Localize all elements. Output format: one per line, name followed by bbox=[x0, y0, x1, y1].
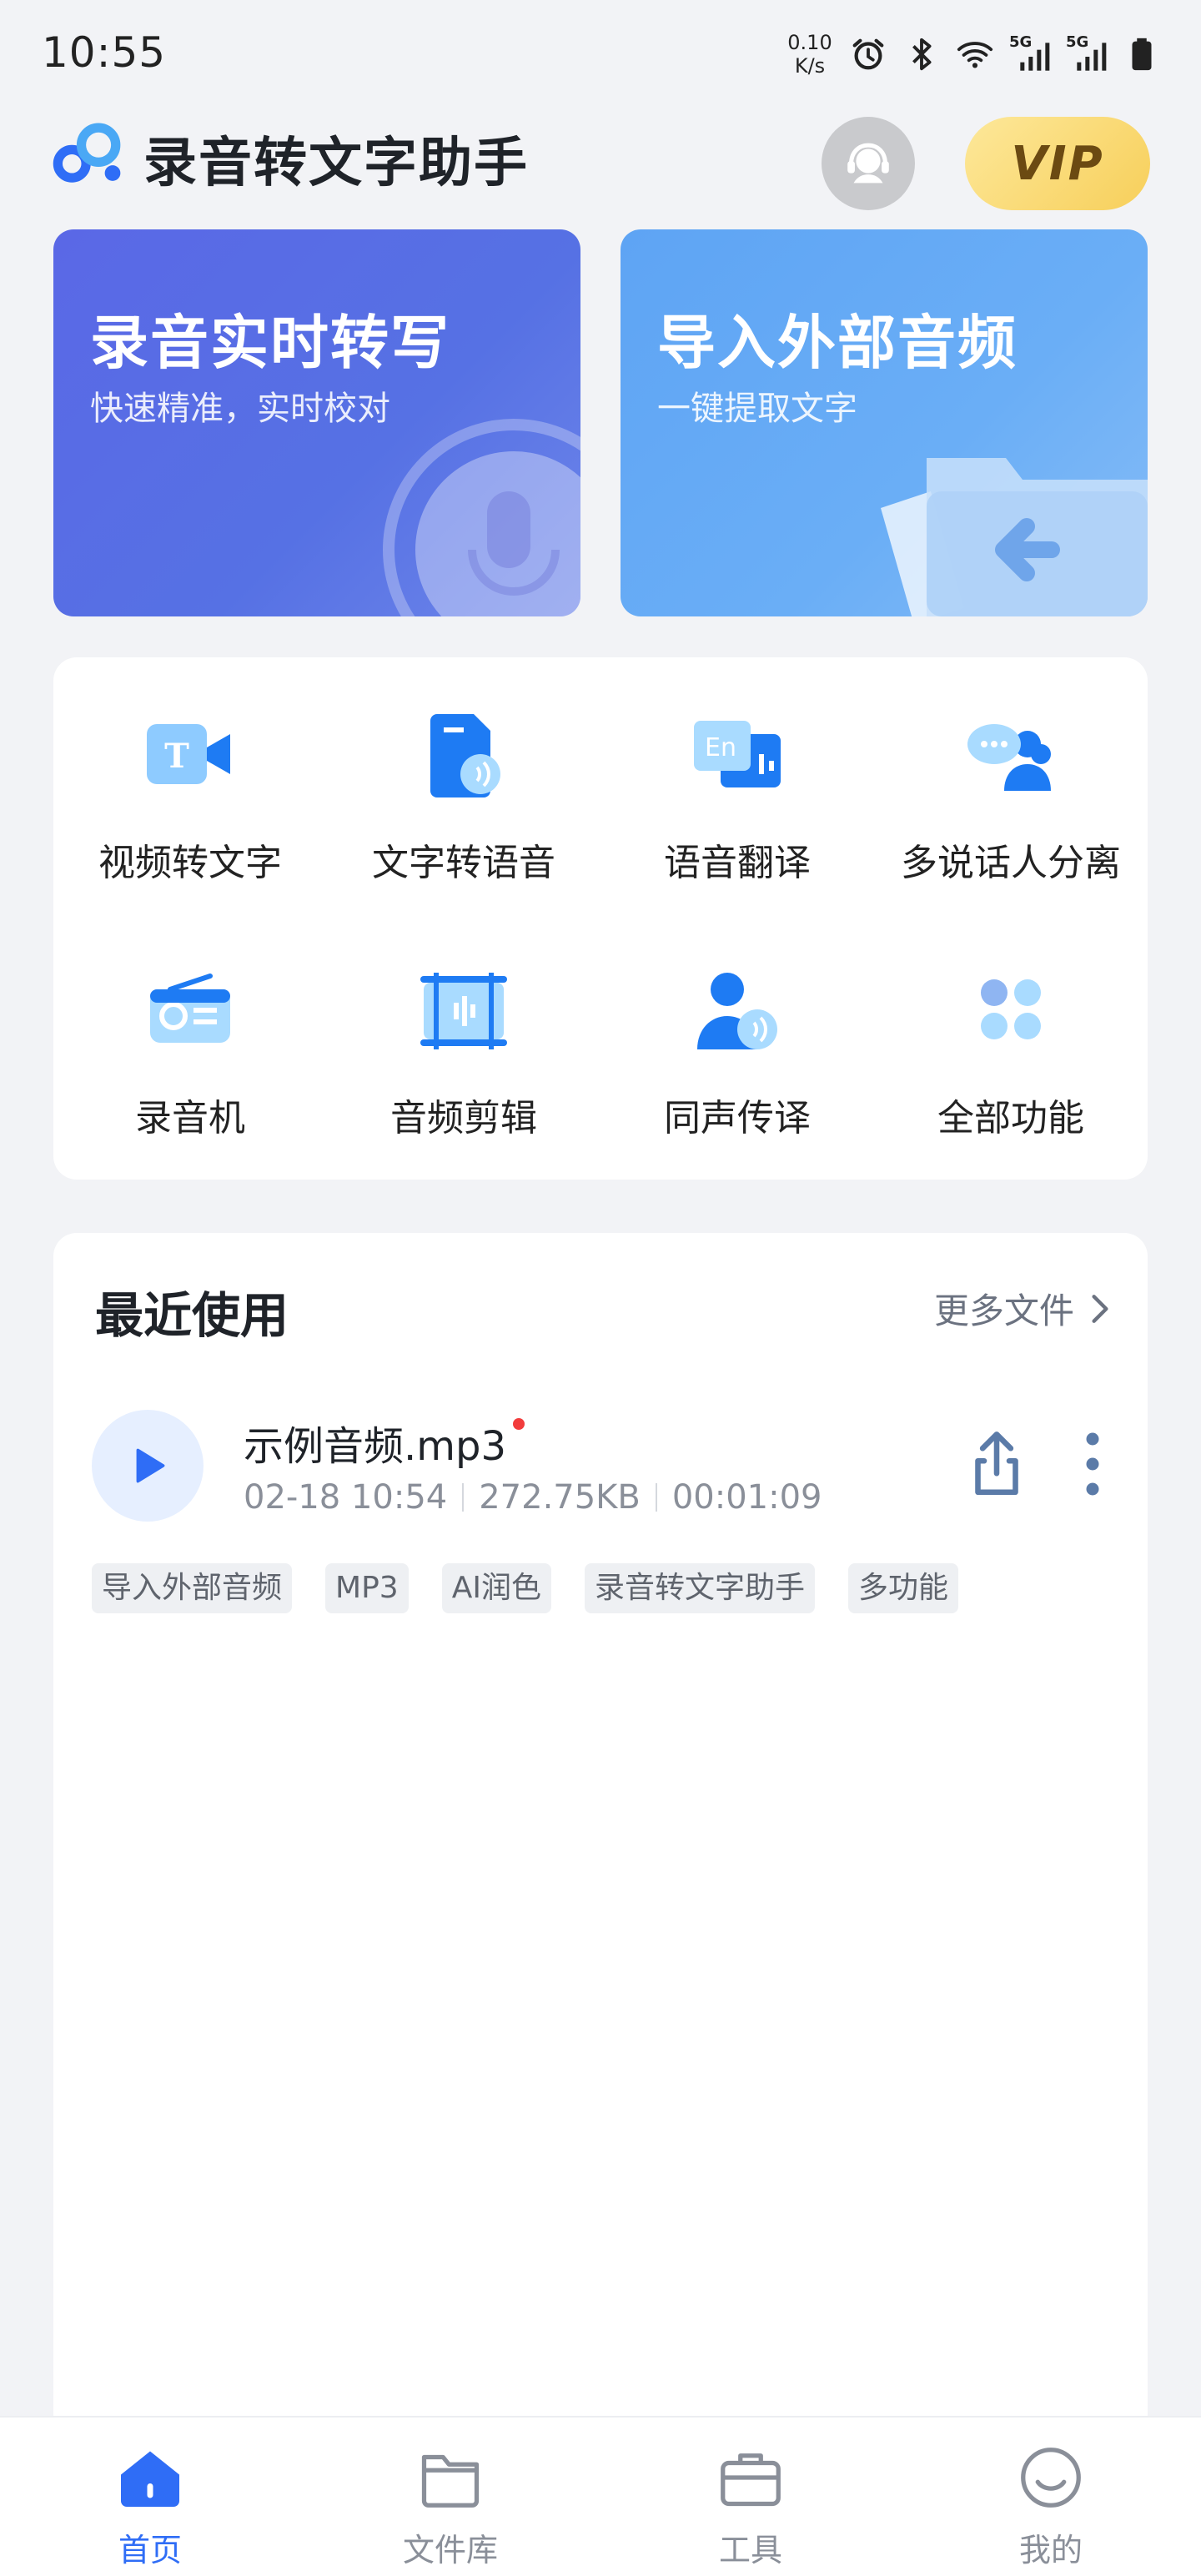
file-duration: 00:01:09 bbox=[671, 1478, 822, 1517]
audio-edit-icon bbox=[420, 973, 507, 1049]
chevron-right-icon bbox=[1092, 1294, 1108, 1323]
status-bar: 10:55 0.10 K/s 5G 5G bbox=[0, 0, 1201, 100]
file-date: 02-18 10:54 bbox=[244, 1478, 448, 1517]
smile-profile-icon bbox=[1021, 2448, 1081, 2508]
signal-bars-icon bbox=[1077, 43, 1107, 71]
divider bbox=[655, 1483, 657, 1512]
all-features-icon bbox=[981, 979, 1041, 1039]
speaker-separation-icon bbox=[967, 724, 1051, 791]
microphone-icon bbox=[383, 419, 580, 616]
svg-text:En: En bbox=[705, 733, 736, 762]
status-icons: 0.10 K/s 5G 5G bbox=[786, 25, 1161, 83]
app-logo-icon bbox=[53, 123, 121, 183]
more-options-icon[interactable] bbox=[1076, 1426, 1109, 1502]
realtime-transcribe-card[interactable]: 录音实时转写 快速精准，实时校对 bbox=[53, 229, 580, 616]
tag: AI润色 bbox=[441, 1563, 551, 1613]
alarm-icon bbox=[852, 38, 884, 70]
file-size: 272.75KB bbox=[479, 1478, 641, 1517]
text-to-speech-icon bbox=[430, 714, 500, 797]
feature-video-to-text[interactable]: T 视频转文字 bbox=[53, 657, 327, 899]
network-speed: 0.10 K/s bbox=[787, 31, 832, 78]
toolbox-icon bbox=[721, 2453, 781, 2507]
file-name: 示例音频.mp3 bbox=[244, 1413, 525, 1472]
video-to-text-icon: T bbox=[147, 724, 230, 784]
customer-service-button[interactable] bbox=[822, 117, 915, 210]
headset-icon bbox=[847, 143, 889, 184]
play-icon bbox=[136, 1448, 165, 1483]
tag: 多功能 bbox=[847, 1563, 958, 1613]
feature-all-functions[interactable]: 全部功能 bbox=[874, 913, 1148, 1155]
cellular-signal-2: 5G bbox=[1066, 33, 1108, 73]
bluetooth-icon bbox=[912, 38, 932, 71]
file-tags: 导入外部音频 MP3 AI润色 录音转文字助手 多功能 bbox=[92, 1563, 958, 1613]
nav-home[interactable]: 首页 bbox=[67, 2418, 234, 2576]
nav-mine[interactable]: 我的 bbox=[967, 2418, 1134, 2576]
hero-subtitle: 一键提取文字 bbox=[657, 390, 857, 428]
feature-simultaneous-interpretation[interactable]: 同声传译 bbox=[600, 913, 874, 1155]
signal-bars-icon bbox=[1020, 43, 1050, 71]
feature-audio-edit[interactable]: 音频剪辑 bbox=[327, 913, 600, 1155]
simultaneous-interpret-icon bbox=[697, 973, 777, 1049]
nav-tools[interactable]: 工具 bbox=[667, 2418, 834, 2576]
svg-text:T: T bbox=[164, 737, 189, 776]
tag: MP3 bbox=[325, 1563, 409, 1613]
folder-icon bbox=[421, 2454, 480, 2508]
bottom-nav: 首页 文件库 工具 我的 bbox=[0, 2416, 1201, 2576]
hero-title: 导入外部音频 bbox=[657, 309, 1018, 377]
recorder-icon bbox=[150, 974, 230, 1043]
tag: 导入外部音频 bbox=[92, 1563, 293, 1613]
more-files-link[interactable]: 更多文件 bbox=[934, 1283, 1114, 1334]
wifi-icon bbox=[957, 42, 993, 68]
share-icon[interactable] bbox=[959, 1426, 1034, 1502]
hero-title: 录音实时转写 bbox=[90, 309, 450, 377]
features-panel: T 视频转文字 文字转语音 En 语音翻译 多说话人分离 录音机 音频剪辑 同声… bbox=[53, 657, 1148, 1180]
tag: 录音转文字助手 bbox=[584, 1563, 815, 1613]
app-title: 录音转文字助手 bbox=[143, 133, 529, 194]
section-title: 最近使用 bbox=[95, 1287, 289, 1344]
feature-recorder[interactable]: 录音机 bbox=[53, 913, 327, 1155]
app-header: 录音转文字助手 VIP bbox=[0, 108, 1201, 217]
unread-dot bbox=[513, 1418, 525, 1430]
feature-voice-translate[interactable]: En 语音翻译 bbox=[600, 657, 874, 899]
file-meta: 02-18 10:54 272.75KB 00:01:09 bbox=[244, 1478, 822, 1517]
vip-button[interactable]: VIP bbox=[965, 117, 1150, 210]
home-icon bbox=[121, 2451, 179, 2507]
battery-icon bbox=[1132, 38, 1152, 71]
nav-file-library[interactable]: 文件库 bbox=[367, 2418, 534, 2576]
recent-section: 最近使用 更多文件 示例音频.mp3 02-18 10:54 272.75KB … bbox=[53, 1233, 1148, 2468]
play-button[interactable] bbox=[92, 1410, 204, 1522]
feature-speaker-separation[interactable]: 多说话人分离 bbox=[874, 657, 1148, 899]
recent-file-item[interactable]: 示例音频.mp3 02-18 10:54 272.75KB 00:01:09 bbox=[92, 1410, 1118, 1527]
divider bbox=[462, 1483, 465, 1512]
hero-subtitle: 快速精准，实时校对 bbox=[90, 390, 390, 428]
status-time: 10:55 bbox=[42, 28, 167, 77]
cellular-signal-1: 5G bbox=[1009, 33, 1051, 73]
import-audio-card[interactable]: 导入外部音频 一键提取文字 bbox=[621, 229, 1148, 616]
voice-translate-icon: En bbox=[694, 721, 781, 787]
folder-import-icon bbox=[881, 458, 1148, 616]
feature-text-to-speech[interactable]: 文字转语音 bbox=[327, 657, 600, 899]
